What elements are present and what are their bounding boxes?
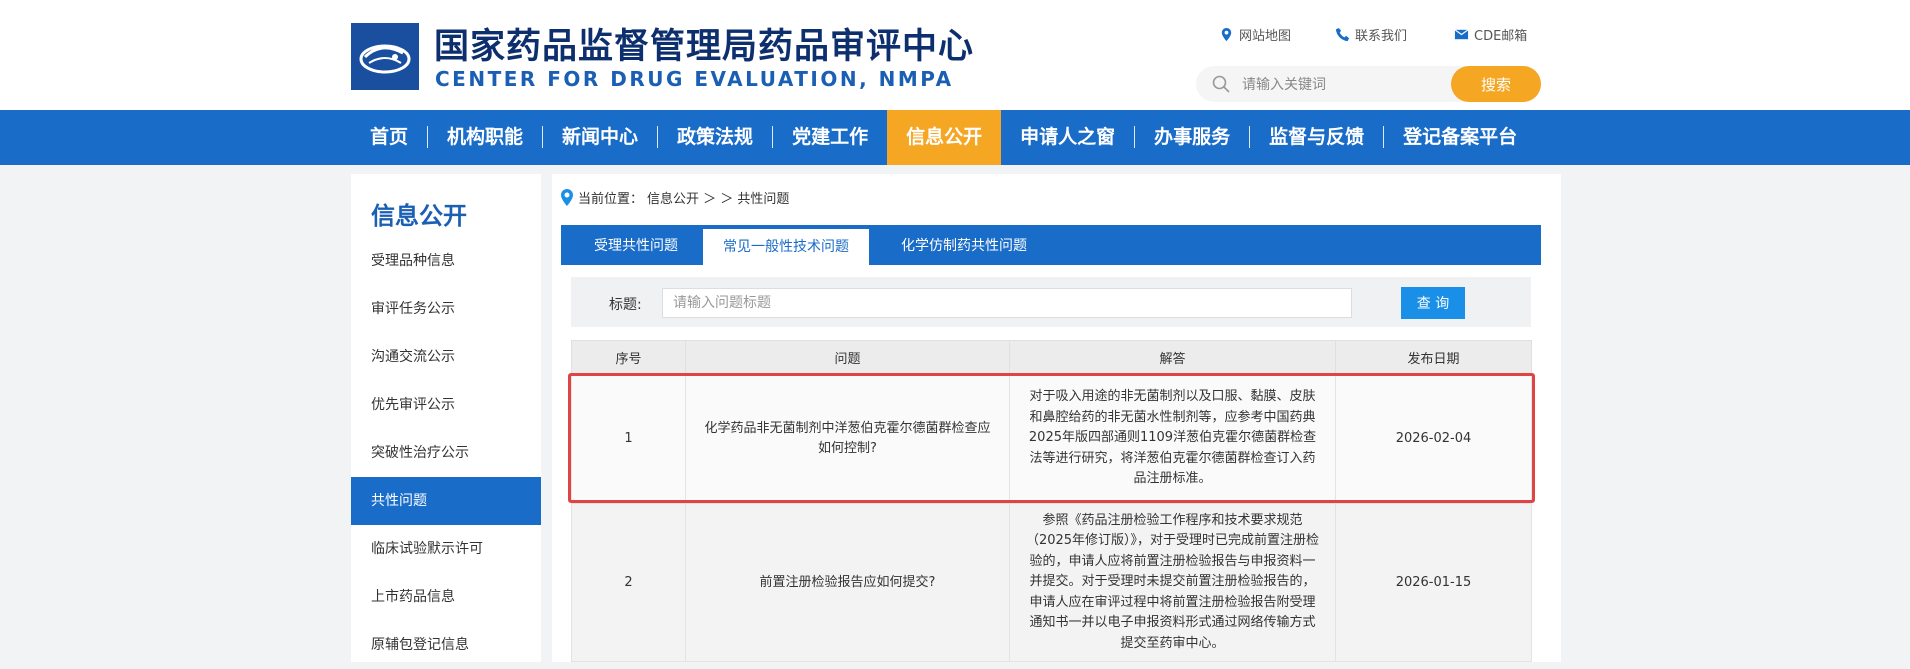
sidebar: 信息公开 受理品种信息 审评任务公示 沟通交流公示 优先审评公示 突破性治疗公示… <box>351 174 541 662</box>
email-label: CDE邮箱 <box>1474 28 1528 44</box>
search-icon <box>1212 75 1230 93</box>
sidebar-item-marketed-drugs[interactable]: 上市药品信息 <box>351 573 541 621</box>
title-filter-label: 标题: <box>609 297 642 313</box>
table-row[interactable]: 1 化学药品非无菌制剂中洋葱伯克霍尔德菌群检查应如何控制? 对于吸入用途的非无菌… <box>571 372 1532 505</box>
phone-icon <box>1335 27 1350 41</box>
nav-info-disclosure[interactable]: 信息公开 <box>887 110 1002 165</box>
nav-registration[interactable]: 登记备案平台 <box>1384 110 1536 165</box>
row-no: 2 <box>571 503 686 662</box>
nav-home[interactable]: 首页 <box>351 110 427 165</box>
tab-accepted-issues[interactable]: 受理共性问题 <box>571 227 701 265</box>
search-button[interactable]: 搜索 <box>1451 66 1541 102</box>
query-button[interactable]: 查 询 <box>1401 287 1465 319</box>
sitemap-label: 网站地图 <box>1239 28 1292 44</box>
sidebar-item-review-tasks[interactable]: 审评任务公示 <box>351 285 541 333</box>
sidebar-item-accepted-varieties[interactable]: 受理品种信息 <box>351 237 541 285</box>
site-header: 国家药品监督管理局药品审评中心 CENTER FOR DRUG EVALUATI… <box>0 0 1910 110</box>
nav-functions[interactable]: 机构职能 <box>428 110 542 165</box>
row-date: 2026-01-15 <box>1335 503 1532 662</box>
col-header-no: 序号 <box>571 340 686 374</box>
title-filter-input[interactable] <box>662 288 1352 318</box>
mail-icon <box>1454 28 1469 39</box>
breadcrumb: 当前位置： 信息公开 ＞ ＞ 共性问题 <box>560 188 789 207</box>
row-question[interactable]: 化学药品非无菌制剂中洋葱伯克霍尔德菌群检查应如何控制? <box>685 372 1010 505</box>
sidebar-item-breakthrough[interactable]: 突破性治疗公示 <box>351 429 541 477</box>
col-header-answer: 解答 <box>1009 340 1336 374</box>
sidebar-item-priority-review[interactable]: 优先审评公示 <box>351 381 541 429</box>
site-title-cn: 国家药品监督管理局药品审评中心 <box>434 27 975 67</box>
row-answer: 参照《药品注册检验工作程序和技术要求规范（2025年修订版）》，对于受理时已完成… <box>1009 503 1336 662</box>
col-header-date: 发布日期 <box>1335 340 1532 374</box>
location-pin-icon <box>1221 27 1232 41</box>
row-date: 2026-02-04 <box>1335 372 1532 505</box>
search-input[interactable] <box>1240 72 1424 98</box>
nav-party[interactable]: 党建工作 <box>773 110 887 165</box>
nav-applicant[interactable]: 申请人之窗 <box>1001 110 1134 165</box>
breadcrumb-prefix: 当前位置： <box>578 192 644 207</box>
sidebar-item-communication[interactable]: 沟通交流公示 <box>351 333 541 381</box>
nav-news[interactable]: 新闻中心 <box>543 110 657 165</box>
contact-link[interactable]: 联系我们 <box>1335 24 1407 44</box>
sidebar-item-clinical-trial[interactable]: 临床试验默示许可 <box>351 525 541 573</box>
nav-policy[interactable]: 政策法规 <box>658 110 772 165</box>
sidebar-title: 信息公开 <box>371 202 467 230</box>
cde-logo[interactable] <box>351 23 419 90</box>
table-header-row: 序号 问题 解答 发布日期 <box>571 340 1532 374</box>
row-answer: 对于吸入用途的非无菌制剂以及口服、黏膜、皮肤和鼻腔给药的非无菌水性制剂等，应参考… <box>1009 372 1336 505</box>
row-question[interactable]: 前置注册检验报告应如何提交? <box>685 503 1010 662</box>
row-no: 1 <box>571 372 686 505</box>
sidebar-item-common-issues[interactable]: 共性问题 <box>351 477 541 525</box>
site-title-en: CENTER FOR DRUG EVALUATION, NMPA <box>435 67 954 91</box>
tab-generic-chemical[interactable]: 化学仿制药共性问题 <box>879 227 1049 265</box>
tab-general-technical[interactable]: 常见一般性技术问题 <box>703 229 869 265</box>
cde-logo-icon <box>351 23 419 90</box>
contact-label: 联系我们 <box>1355 28 1408 44</box>
nav-supervision[interactable]: 监督与反馈 <box>1250 110 1383 165</box>
breadcrumb-path[interactable]: 信息公开 ＞ ＞ 共性问题 <box>647 188 789 207</box>
col-header-question: 问题 <box>685 340 1010 374</box>
sitemap-link[interactable]: 网站地图 <box>1219 24 1291 44</box>
email-link[interactable]: CDE邮箱 <box>1454 24 1527 44</box>
tab-bar: 受理共性问题 常见一般性技术问题 化学仿制药共性问题 <box>561 225 1541 265</box>
table-row[interactable]: 2 前置注册检验报告应如何提交? 参照《药品注册检验工作程序和技术要求规范（20… <box>571 503 1532 662</box>
main-nav: 首页 机构职能 新闻中心 政策法规 党建工作 信息公开 申请人之窗 办事服务 监… <box>0 110 1910 165</box>
issues-table: 序号 问题 解答 发布日期 1 化学药品非无菌制剂中洋葱伯克霍尔德菌群检查应如何… <box>571 340 1532 662</box>
location-pin-icon <box>561 189 573 206</box>
nav-services[interactable]: 办事服务 <box>1135 110 1249 165</box>
